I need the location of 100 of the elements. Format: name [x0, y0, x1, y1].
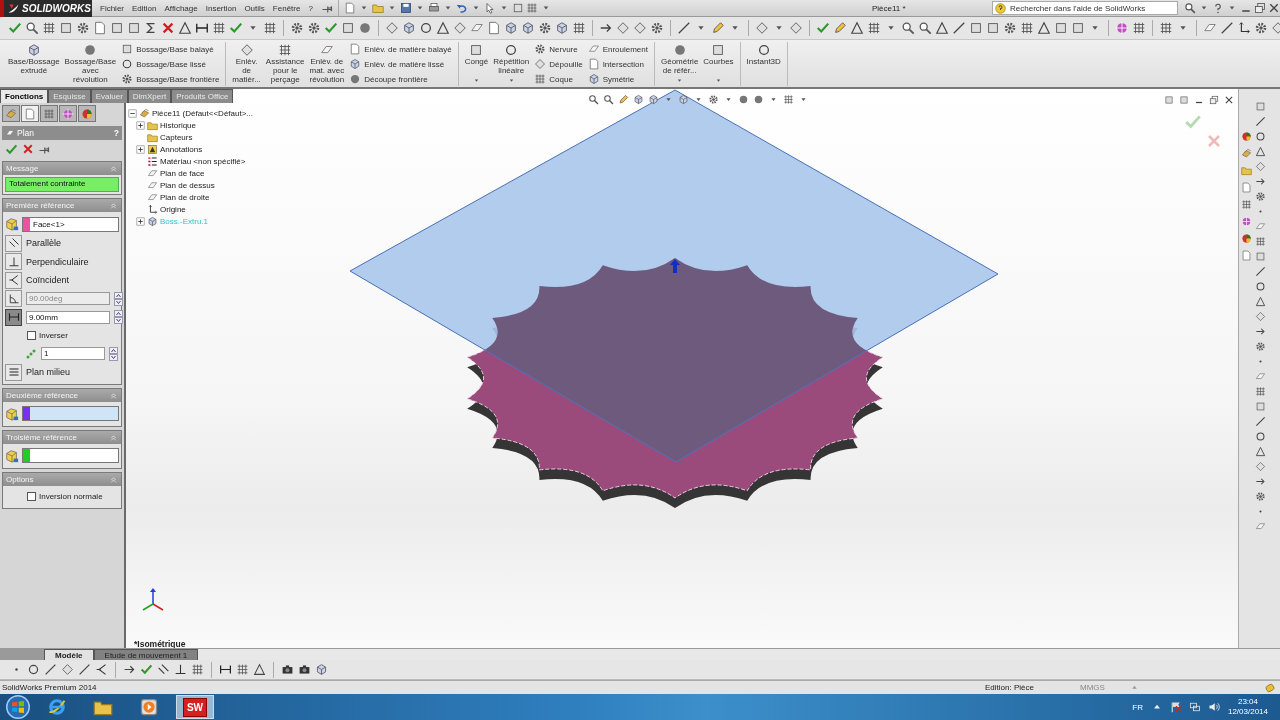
- line-icon[interactable]: [952, 21, 966, 35]
- square-icon[interactable]: [1255, 101, 1266, 112]
- menu-item[interactable]: ?: [304, 3, 317, 13]
- grid-icon[interactable]: [525, 2, 538, 14]
- distance-icon[interactable]: [195, 21, 209, 35]
- clock-time[interactable]: 23:04: [1237, 697, 1258, 707]
- restore-icon[interactable]: [1209, 95, 1219, 105]
- grid-icon[interactable]: [236, 663, 249, 676]
- checkmark-icon[interactable]: [229, 21, 243, 35]
- menu-item[interactable]: Insertion: [201, 3, 241, 13]
- expand-icon[interactable]: [136, 144, 145, 154]
- grid-icon[interactable]: [1132, 21, 1146, 35]
- diamond-icon[interactable]: [385, 21, 399, 35]
- menu-item[interactable]: Fichier: [96, 3, 128, 13]
- pointer-icon[interactable]: [483, 2, 496, 14]
- toggle-button[interactable]: [5, 271, 22, 289]
- toggle-button[interactable]: [5, 308, 22, 326]
- tab[interactable]: Modèle: [44, 649, 94, 661]
- taskbar-app[interactable]: SW: [176, 695, 214, 719]
- axes-icon[interactable]: [1237, 21, 1251, 35]
- language-indicator[interactable]: FR: [1132, 702, 1143, 712]
- document-icon[interactable]: [93, 21, 107, 35]
- line-icon[interactable]: [1255, 266, 1266, 277]
- arrow-handle[interactable]: [670, 259, 680, 273]
- block-icon[interactable]: [1241, 148, 1252, 159]
- speaker-icon[interactable]: [1207, 701, 1220, 713]
- toggle-button[interactable]: [5, 253, 22, 271]
- printer-icon[interactable]: [427, 2, 440, 14]
- arrow-icon[interactable]: [1255, 326, 1266, 337]
- line-icon[interactable]: [1220, 21, 1234, 35]
- grid-icon[interactable]: [1255, 386, 1266, 397]
- clock-date[interactable]: 12/03/2014: [1227, 707, 1268, 717]
- diamond-icon[interactable]: [61, 663, 74, 676]
- ribbon-button[interactable]: Base/Bossage extrudé: [6, 42, 62, 86]
- selection-field[interactable]: Face<1>: [22, 216, 119, 232]
- checkmark-icon[interactable]: [324, 21, 338, 35]
- arrow-icon[interactable]: [1255, 476, 1266, 487]
- magnifier-icon[interactable]: [918, 21, 932, 35]
- tree-item[interactable]: Capteurs: [160, 132, 193, 142]
- arrow-icon[interactable]: [599, 21, 613, 35]
- tree-item[interactable]: Pièce11 (Défaut<<Défaut>...: [152, 108, 254, 118]
- cube-icon[interactable]: [402, 21, 416, 35]
- magnifier-icon[interactable]: [25, 21, 39, 35]
- grid-icon[interactable]: [191, 663, 204, 676]
- tree-item[interactable]: Plan de droite: [160, 192, 210, 202]
- triangle-icon[interactable]: [178, 21, 192, 35]
- menu-item[interactable]: Outils: [240, 3, 269, 13]
- circle-icon[interactable]: [27, 663, 40, 676]
- diamond-icon[interactable]: [1255, 311, 1266, 322]
- circle-icon[interactable]: [1255, 281, 1266, 292]
- part-and-plane-drawing[interactable]: [349, 89, 999, 508]
- triangle-icon[interactable]: [935, 21, 949, 35]
- tree-item[interactable]: Matériau <non spécifié>: [160, 156, 246, 166]
- ribbon-button[interactable]: Découpe frontière: [347, 72, 454, 86]
- checkbox[interactable]: [27, 492, 36, 501]
- tree-item[interactable]: Plan de face: [160, 168, 205, 178]
- grid-icon[interactable]: [867, 21, 881, 35]
- magnifier-icon[interactable]: [901, 21, 915, 35]
- distance-icon[interactable]: [219, 663, 232, 676]
- start-button[interactable]: [6, 695, 30, 719]
- gear-icon[interactable]: [1003, 21, 1017, 35]
- ribbon-button[interactable]: Intersection: [585, 57, 650, 71]
- grid-icon[interactable]: [212, 21, 226, 35]
- checkmark-icon[interactable]: [5, 142, 18, 156]
- line-icon[interactable]: [78, 663, 91, 676]
- selection-field[interactable]: [22, 406, 119, 421]
- line-icon[interactable]: [677, 21, 691, 35]
- ribbon-button[interactable]: Enlèv. de matière balayé: [347, 42, 454, 56]
- diamond-icon[interactable]: [789, 21, 803, 35]
- cube-icon[interactable]: [521, 21, 535, 35]
- panel-tab[interactable]: [78, 105, 96, 122]
- undo-icon[interactable]: [455, 2, 468, 14]
- ribbon-button[interactable]: Répétition linéaire: [491, 42, 532, 86]
- checkmark-icon[interactable]: [816, 21, 830, 35]
- selection-field[interactable]: [22, 448, 119, 463]
- square-icon[interactable]: [986, 21, 1000, 35]
- cube-icon[interactable]: [678, 94, 689, 105]
- cube-icon[interactable]: [555, 21, 569, 35]
- square-icon[interactable]: [1054, 21, 1068, 35]
- pencil-icon[interactable]: [618, 94, 629, 105]
- grid-icon[interactable]: [1020, 21, 1034, 35]
- angle-lines-icon[interactable]: [95, 663, 108, 676]
- gear-icon[interactable]: [76, 21, 90, 35]
- triangle-icon[interactable]: [436, 21, 450, 35]
- line-icon[interactable]: [44, 663, 57, 676]
- panel-tab[interactable]: [40, 105, 58, 122]
- spin-buttons[interactable]: [109, 346, 118, 361]
- crosshair-icon[interactable]: [1241, 216, 1252, 227]
- cube-icon[interactable]: [315, 663, 328, 676]
- square-icon[interactable]: [969, 21, 983, 35]
- gear-icon[interactable]: [1255, 191, 1266, 202]
- line-icon[interactable]: [1255, 416, 1266, 427]
- grid-icon[interactable]: [572, 21, 586, 35]
- grid-icon[interactable]: [42, 21, 56, 35]
- search-field[interactable]: Rechercher dans l'aide de SolidWorks: [992, 1, 1178, 15]
- diamond-icon[interactable]: [616, 21, 630, 35]
- square-icon[interactable]: [341, 21, 355, 35]
- square-icon[interactable]: [1255, 401, 1266, 412]
- ribbon-button[interactable]: Enroulement: [585, 42, 650, 56]
- circle-icon[interactable]: [419, 21, 433, 35]
